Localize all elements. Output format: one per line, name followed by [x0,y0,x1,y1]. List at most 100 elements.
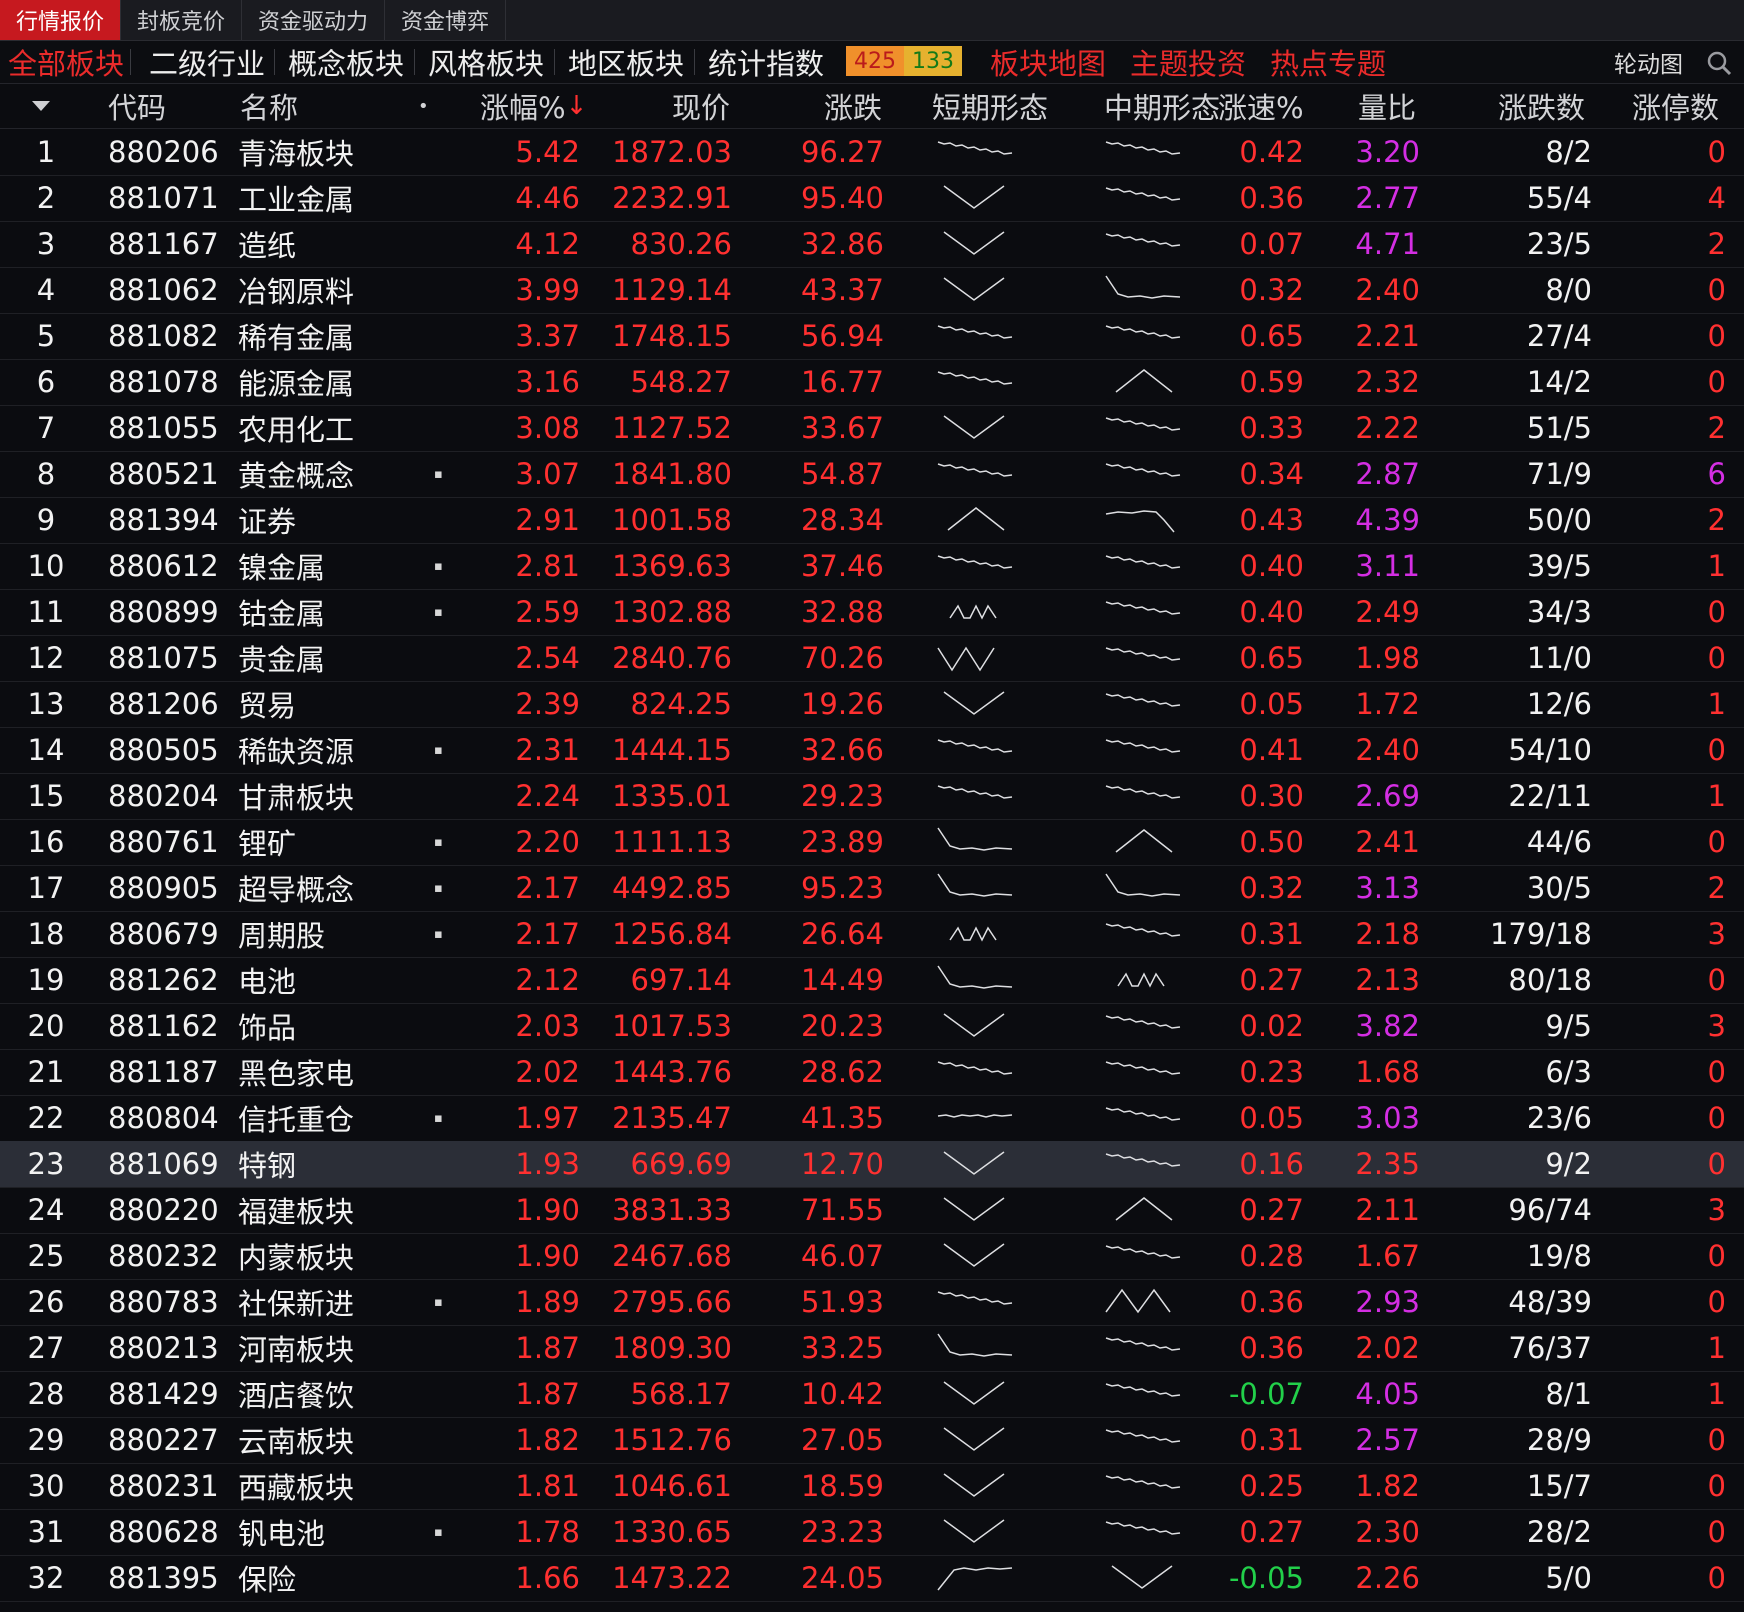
table-row[interactable]: 14 880505 稀缺资源 ▪ 2.31 1444.15 32.66 0.41 2.40 54/… [0,727,1744,774]
sector-code: 881062 [108,273,219,307]
tab-concept-sectors[interactable]: 概念板块 [288,41,404,83]
limit-up-count: 0 [1707,1101,1726,1135]
table-row[interactable]: 8 880521 黄金概念 ▪ 3.07 1841.80 54.87 0.34 2.87 71/9… [0,451,1744,498]
limit-up-count: 6 [1707,457,1726,491]
price: 2840.76 [612,641,732,675]
advance-decline: 12/6 [1526,687,1592,721]
tab-level2-industry[interactable]: 二级行业 [149,41,265,83]
speed-value: 0.25 [1239,1469,1304,1503]
table-row[interactable]: 11 880899 钴金属 ▪ 2.59 1302.88 32.88 0.40 2.49 34/3… [0,589,1744,636]
table-row[interactable]: 23 881069 特钢 1.93 669.69 12.70 0.16 2.35 9/2 0 [0,1141,1744,1188]
col-name[interactable]: 名称 [240,84,298,128]
table-row[interactable]: 16 880761 锂矿 ▪ 2.20 1111.13 23.89 0.50 2.41 44/6 0 [0,819,1744,866]
advance-decline: 34/3 [1526,595,1592,629]
short-term-sparkline [937,739,1013,753]
table-row[interactable]: 7 881055 农用化工 3.08 1127.52 33.67 0.33 2.22 51/5 2 [0,405,1744,452]
advance-decline: 6/3 [1545,1055,1592,1089]
tab-all-sectors[interactable]: 全部板块 [8,41,124,83]
col-code[interactable]: 代码 [108,84,166,128]
column-menu-icon[interactable] [30,100,52,112]
table-row[interactable]: 20 881162 饰品 2.03 1017.53 20.23 0.02 3.82 9/5 3 [0,1003,1744,1050]
table-row[interactable]: 10 880612 镍金属 ▪ 2.81 1369.63 37.46 0.40 3.11 39/5… [0,543,1744,590]
table-row[interactable]: 29 880227 云南板块 1.82 1512.76 27.05 0.31 2.57 28/9… [0,1417,1744,1464]
sector-name: 饰品 [238,1011,297,1045]
hot-topics-link[interactable]: 热点专题 [1270,41,1386,83]
col-change-pct[interactable]: 涨幅% ↓ [480,84,587,128]
col-advance-decline[interactable]: 涨跌数 [1498,84,1585,128]
divider [554,49,555,75]
change-pct: 3.08 [515,411,580,445]
speed-value: 0.42 [1239,135,1304,169]
table-row[interactable]: 9 881394 证券 2.91 1001.58 28.34 0.43 4.39 50/0 2 [0,497,1744,544]
table-row[interactable]: 13 881206 贸易 2.39 824.25 19.26 0.05 1.72 12/6 1 [0,681,1744,728]
mid-term-sparkline [1105,1107,1181,1121]
tab-region-sectors[interactable]: 地区板块 [568,41,684,83]
price: 669.69 [630,1147,732,1181]
sector-code: 881069 [108,1147,219,1181]
table-row[interactable]: 22 880804 信托重仓 ▪ 1.97 2135.47 41.35 0.05 3.03 23/… [0,1095,1744,1142]
table-row[interactable]: 31 880628 钒电池 ▪ 1.78 1330.65 23.23 0.27 2.30 28/2… [0,1509,1744,1556]
tab-style-sectors[interactable]: 风格板块 [428,41,544,83]
table-row[interactable]: 3 881167 造纸 4.12 830.26 32.86 0.07 4.71 23/5 2 [0,221,1744,268]
speed-value: 0.65 [1239,319,1304,353]
price: 548.27 [630,365,732,399]
table-row[interactable]: 1 880206 青海板块 5.42 1872.03 96.27 0.42 3.20 8/2 0 [0,129,1744,176]
top-tab-0[interactable]: 行情报价 [0,0,122,40]
table-row[interactable]: 5 881082 稀有金属 3.37 1748.15 56.94 0.65 2.21 27/4 0 [0,313,1744,360]
sector-name: 贸易 [238,689,297,723]
sector-name: 贵金属 [238,643,326,677]
speed-value: 0.28 [1239,1239,1304,1273]
mid-term-sparkline [1105,785,1181,799]
top-tab-3[interactable]: 资金博弈 [385,0,507,40]
top-tab-1[interactable]: 封板竞价 [121,0,243,40]
table-row[interactable]: 4 881062 冶钢原料 3.99 1129.14 43.37 0.32 2.40 8/0 0 [0,267,1744,314]
table-row[interactable]: 6 881078 能源金属 3.16 548.27 16.77 0.59 2.32 14/2 0 [0,359,1744,406]
table-row[interactable]: 25 880232 内蒙板块 1.90 2467.68 46.07 0.28 1.67 19/8… [0,1233,1744,1280]
col-limit-up[interactable]: 涨停数 [1632,84,1719,128]
table-row[interactable]: 19 881262 电池 2.12 697.14 14.49 0.27 2.13 80/18 0 [0,957,1744,1004]
theme-investing-link[interactable]: 主题投资 [1130,41,1246,83]
limit-up-count: 3 [1707,917,1726,951]
table-row[interactable]: 30 880231 西藏板块 1.81 1046.61 18.59 0.25 1.82 15/7… [0,1463,1744,1510]
table-row[interactable]: 18 880679 周期股 ▪ 2.17 1256.84 26.64 0.31 2.18 179/… [0,911,1744,958]
rotation-chart-link[interactable]: 轮动图 [1614,41,1683,83]
table-row[interactable]: 15 880204 甘肃板块 2.24 1335.01 29.23 0.30 2.69 22/1… [0,773,1744,820]
table-row[interactable]: 2 881071 工业金属 4.46 2232.91 95.40 0.36 2.77 55/4 4 [0,175,1744,222]
top-tab-2[interactable]: 资金驱动力 [242,0,386,40]
advance-decline: 48/39 [1508,1285,1592,1319]
col-change[interactable]: 涨跌 [824,84,882,128]
col-speed[interactable]: 涨速% [1218,84,1304,128]
change-pct: 1.93 [515,1147,580,1181]
speed-pct: 0.23 [1239,1049,1304,1095]
sector-name: 钴金属 [238,597,326,631]
change: 95.40 [800,181,884,215]
change-pct: 1.87 [515,1331,580,1365]
search-icon[interactable] [1706,50,1732,76]
table-row[interactable]: 32 881395 保险 1.66 1473.22 24.05 -0.05 2.26 5/0 0 [0,1555,1744,1602]
table-row[interactable]: 28 881429 酒店餐饮 1.87 568.17 10.42 -0.07 4.05 8/1 1 [0,1371,1744,1418]
speed-value: 0.65 [1239,641,1304,675]
table-row[interactable]: 12 881075 贵金属 2.54 2840.76 70.26 0.65 1.98 11/0 0 [0,635,1744,682]
mid-term-sparkline [1105,1245,1181,1259]
change: 10.42 [800,1377,884,1411]
mid-term-sparkline [1105,510,1175,533]
table-row[interactable]: 21 881187 黑色家电 2.02 1443.76 28.62 0.23 1.68 6/3 0 [0,1049,1744,1096]
col-mark[interactable]: • [418,84,429,128]
row-index: 22 [27,1101,65,1135]
table-row[interactable]: 17 880905 超导概念 ▪ 2.17 4492.85 95.23 0.32 3.13 30/… [0,865,1744,912]
table-row[interactable]: 27 880213 河南板块 1.87 1809.30 33.25 0.36 2.02 76/3… [0,1325,1744,1372]
col-price[interactable]: 现价 [672,84,730,128]
change: 14.49 [800,963,884,997]
sector-name: 信托重仓 [238,1103,355,1137]
tab-statistic-index[interactable]: 统计指数 [708,41,824,83]
table-row[interactable]: 26 880783 社保新进 ▪ 1.89 2795.66 51.93 0.36 2.93 48/… [0,1279,1744,1326]
sector-map-link[interactable]: 板块地图 [990,41,1106,83]
table-row[interactable]: 24 880220 福建板块 1.90 3831.33 71.55 0.27 2.11 96/7… [0,1187,1744,1234]
col-short-pattern[interactable]: 短期形态 [932,84,1048,128]
sector-code: 880231 [108,1469,219,1503]
col-mid-pattern[interactable]: 中期形态 [1104,84,1220,128]
advance-decline: 71/9 [1526,457,1592,491]
col-volume-ratio[interactable]: 量比 [1358,84,1416,128]
advance-decline: 51/5 [1526,411,1592,445]
sector-code: 881394 [108,503,219,537]
